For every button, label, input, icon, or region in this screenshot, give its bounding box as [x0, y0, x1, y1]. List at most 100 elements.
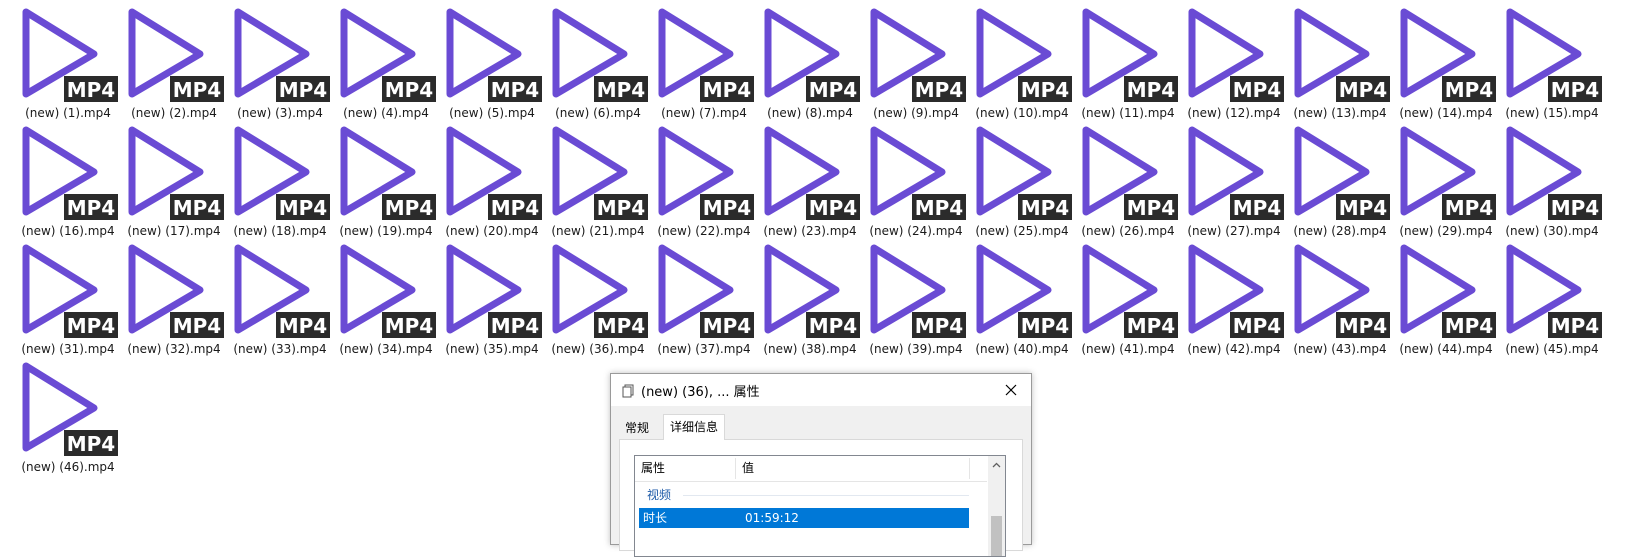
mp4-file-icon: MP4 — [546, 242, 650, 342]
mp4-file-icon: MP4 — [16, 6, 120, 106]
file-badge: MP4 — [279, 196, 327, 220]
file-item[interactable]: MP4 (new) (5).mp4 — [440, 6, 544, 121]
file-name: (new) (16).mp4 — [21, 224, 115, 238]
file-badge: MP4 — [1445, 78, 1493, 102]
file-item[interactable]: MP4 (new) (41).mp4 — [1076, 242, 1180, 357]
file-item[interactable]: MP4 (new) (29).mp4 — [1394, 124, 1498, 239]
column-header-property[interactable]: 属性 — [635, 456, 665, 481]
file-badge: MP4 — [279, 314, 327, 338]
file-item[interactable]: MP4 (new) (45).mp4 — [1500, 242, 1604, 357]
file-item[interactable]: MP4 (new) (44).mp4 — [1394, 242, 1498, 357]
mp4-file-icon: MP4 — [440, 124, 544, 224]
file-name: (new) (1).mp4 — [25, 106, 111, 120]
close-button[interactable] — [991, 374, 1031, 406]
file-item[interactable]: MP4 (new) (21).mp4 — [546, 124, 650, 239]
mp4-file-icon: MP4 — [1394, 124, 1498, 224]
mp4-file-icon: MP4 — [440, 6, 544, 106]
dialog-titlebar[interactable]: (new) (36), ... 属性 — [611, 374, 1031, 406]
mp4-file-icon: MP4 — [546, 6, 650, 106]
file-item[interactable]: MP4 (new) (19).mp4 — [334, 124, 438, 239]
file-item[interactable]: MP4 (new) (25).mp4 — [970, 124, 1074, 239]
file-item[interactable]: MP4 (new) (32).mp4 — [122, 242, 226, 357]
file-item[interactable]: MP4 (new) (35).mp4 — [440, 242, 544, 357]
file-item[interactable]: MP4 (new) (37).mp4 — [652, 242, 756, 357]
file-badge: MP4 — [385, 78, 433, 102]
file-item[interactable]: MP4 (new) (27).mp4 — [1182, 124, 1286, 239]
column-header-value[interactable]: 值 — [736, 456, 754, 481]
group-header-video: 视频 — [647, 488, 672, 502]
file-item[interactable]: MP4 (new) (46).mp4 — [16, 360, 120, 475]
file-item[interactable]: MP4 (new) (33).mp4 — [228, 242, 332, 357]
file-badge: MP4 — [67, 78, 115, 102]
file-item[interactable]: MP4 (new) (31).mp4 — [16, 242, 120, 357]
file-badge: MP4 — [491, 314, 539, 338]
file-item[interactable]: MP4 (new) (43).mp4 — [1288, 242, 1392, 357]
file-item[interactable]: MP4 (new) (15).mp4 — [1500, 6, 1604, 121]
file-item[interactable]: MP4 (new) (11).mp4 — [1076, 6, 1180, 121]
file-badge: MP4 — [597, 196, 645, 220]
file-item[interactable]: MP4 (new) (23).mp4 — [758, 124, 862, 239]
mp4-file-icon: MP4 — [334, 242, 438, 342]
file-badge: MP4 — [597, 314, 645, 338]
file-name: (new) (22).mp4 — [657, 224, 751, 238]
vertical-scrollbar[interactable] — [988, 456, 1005, 556]
file-item[interactable]: MP4 (new) (20).mp4 — [440, 124, 544, 239]
file-item[interactable]: MP4 (new) (17).mp4 — [122, 124, 226, 239]
details-listview[interactable]: 属性 值 视频 时长 01:59:12 — [634, 455, 1006, 557]
file-item[interactable]: MP4 (new) (10).mp4 — [970, 6, 1074, 121]
file-badge: MP4 — [809, 196, 857, 220]
file-item[interactable]: MP4 (new) (1).mp4 — [16, 6, 120, 121]
file-name: (new) (6).mp4 — [555, 106, 641, 120]
file-badge: MP4 — [597, 78, 645, 102]
scroll-thumb[interactable] — [991, 516, 1002, 556]
mp4-file-icon: MP4 — [1182, 242, 1286, 342]
file-name: (new) (42).mp4 — [1187, 342, 1281, 356]
file-badge: MP4 — [1021, 78, 1069, 102]
mp4-file-icon: MP4 — [1076, 124, 1180, 224]
file-name: (new) (20).mp4 — [445, 224, 539, 238]
file-item[interactable]: MP4 (new) (6).mp4 — [546, 6, 650, 121]
file-item[interactable]: MP4 (new) (28).mp4 — [1288, 124, 1392, 239]
tab-general[interactable]: 常规 — [619, 418, 655, 438]
file-item[interactable]: MP4 (new) (13).mp4 — [1288, 6, 1392, 121]
tab-details[interactable]: 详细信息 — [663, 414, 726, 440]
file-item[interactable]: MP4 (new) (16).mp4 — [16, 124, 120, 239]
mp4-file-icon: MP4 — [970, 6, 1074, 106]
file-badge: MP4 — [1551, 196, 1599, 220]
file-item[interactable]: MP4 (new) (40).mp4 — [970, 242, 1074, 357]
file-name: (new) (28).mp4 — [1293, 224, 1387, 238]
file-badge: MP4 — [173, 196, 221, 220]
file-item[interactable]: MP4 (new) (9).mp4 — [864, 6, 968, 121]
file-badge: MP4 — [1021, 314, 1069, 338]
file-item[interactable]: MP4 (new) (30).mp4 — [1500, 124, 1604, 239]
file-item[interactable]: MP4 (new) (42).mp4 — [1182, 242, 1286, 357]
file-item[interactable]: MP4 (new) (26).mp4 — [1076, 124, 1180, 239]
file-badge: MP4 — [1445, 196, 1493, 220]
file-item[interactable]: MP4 (new) (36).mp4 — [546, 242, 650, 357]
file-item[interactable]: MP4 (new) (4).mp4 — [334, 6, 438, 121]
mp4-file-icon: MP4 — [758, 6, 862, 106]
file-name: (new) (4).mp4 — [343, 106, 429, 120]
file-item[interactable]: MP4 (new) (24).mp4 — [864, 124, 968, 239]
mp4-file-icon: MP4 — [16, 242, 120, 342]
file-item[interactable]: MP4 (new) (34).mp4 — [334, 242, 438, 357]
file-item[interactable]: MP4 (new) (7).mp4 — [652, 6, 756, 121]
column-divider[interactable] — [969, 458, 970, 479]
file-item[interactable]: MP4 (new) (3).mp4 — [228, 6, 332, 121]
file-item[interactable]: MP4 (new) (12).mp4 — [1182, 6, 1286, 121]
file-item[interactable]: MP4 (new) (18).mp4 — [228, 124, 332, 239]
file-badge: MP4 — [491, 196, 539, 220]
file-item[interactable]: MP4 (new) (8).mp4 — [758, 6, 862, 121]
file-item[interactable]: MP4 (new) (38).mp4 — [758, 242, 862, 357]
listview-header: 属性 值 — [635, 456, 987, 482]
file-badge: MP4 — [491, 78, 539, 102]
file-item[interactable]: MP4 (new) (39).mp4 — [864, 242, 968, 357]
selected-row-duration[interactable]: 时长 01:59:12 — [639, 508, 969, 528]
file-item[interactable]: MP4 (new) (22).mp4 — [652, 124, 756, 239]
scroll-up-button[interactable] — [988, 456, 1005, 473]
mp4-file-icon: MP4 — [1394, 6, 1498, 106]
file-item[interactable]: MP4 (new) (14).mp4 — [1394, 6, 1498, 121]
file-badge: MP4 — [173, 78, 221, 102]
file-item[interactable]: MP4 (new) (2).mp4 — [122, 6, 226, 121]
mp4-file-icon: MP4 — [16, 360, 120, 460]
